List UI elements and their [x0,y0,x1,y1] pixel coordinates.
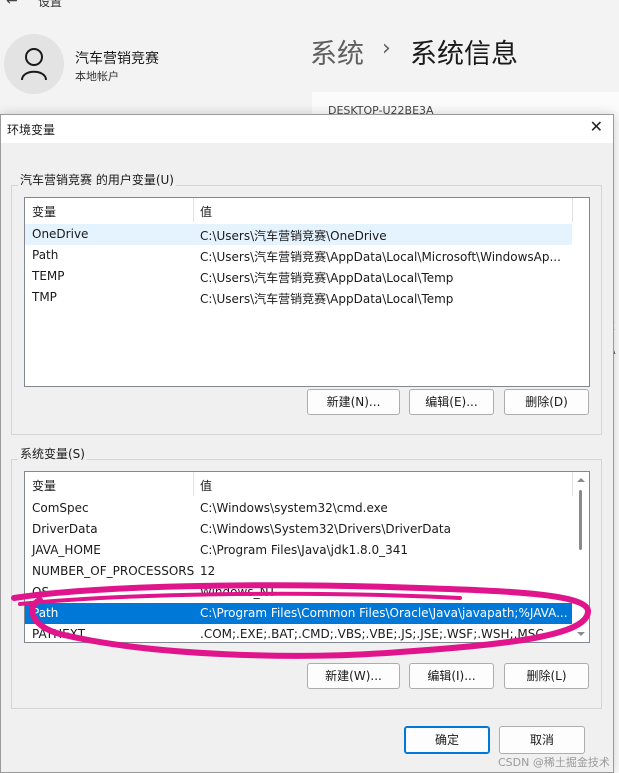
watermark: CSDN @稀土掘金技术社区 [498,756,610,773]
annotation-ellipse [11,582,591,659]
